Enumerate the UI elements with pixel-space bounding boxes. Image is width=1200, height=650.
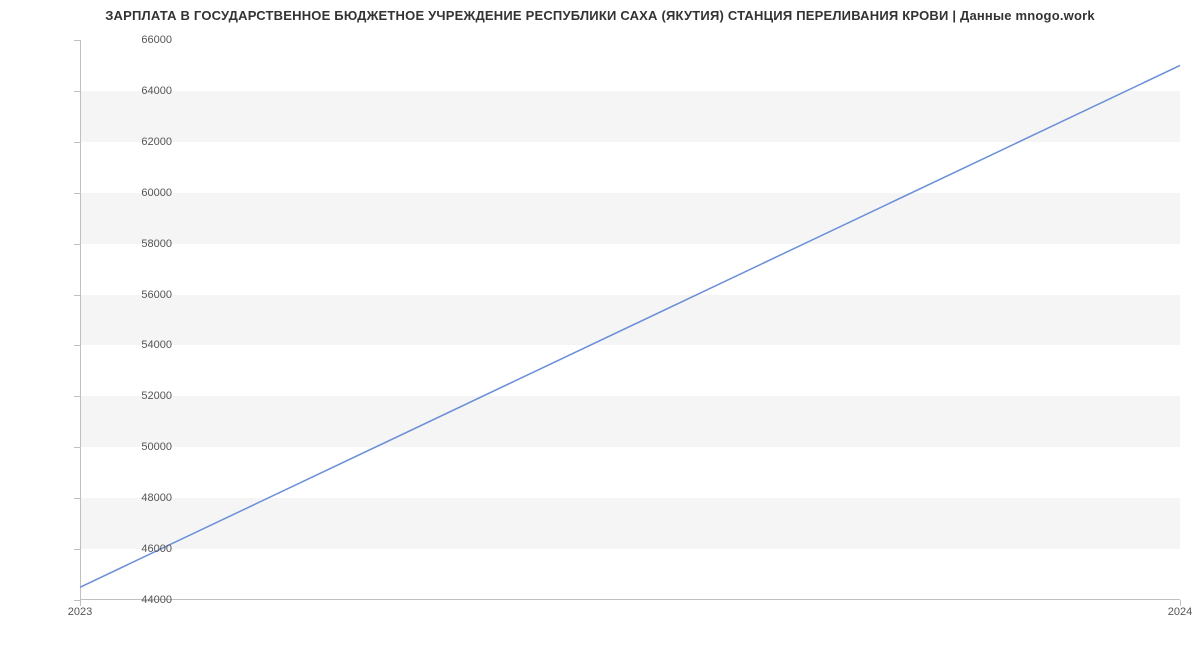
- y-tick-label: 66000: [112, 34, 172, 46]
- y-tick: [74, 498, 80, 499]
- y-tick: [74, 193, 80, 194]
- x-tick-label: 2023: [68, 606, 92, 618]
- line-svg: [80, 40, 1180, 600]
- y-tick-label: 44000: [112, 594, 172, 606]
- y-tick-label: 56000: [112, 289, 172, 301]
- y-tick: [74, 91, 80, 92]
- y-tick-label: 48000: [112, 492, 172, 504]
- y-tick-label: 46000: [112, 543, 172, 555]
- chart-title: ЗАРПЛАТА В ГОСУДАРСТВЕННОЕ БЮДЖЕТНОЕ УЧР…: [0, 8, 1200, 23]
- y-tick: [74, 447, 80, 448]
- y-tick-label: 54000: [112, 339, 172, 351]
- y-tick: [74, 142, 80, 143]
- chart-container: ЗАРПЛАТА В ГОСУДАРСТВЕННОЕ БЮДЖЕТНОЕ УЧР…: [0, 0, 1200, 650]
- y-tick: [74, 244, 80, 245]
- y-tick: [74, 549, 80, 550]
- y-tick-label: 58000: [112, 238, 172, 250]
- y-tick-label: 62000: [112, 136, 172, 148]
- y-tick-label: 52000: [112, 390, 172, 402]
- plot-area: [80, 40, 1180, 600]
- y-tick: [74, 345, 80, 346]
- y-tick: [74, 396, 80, 397]
- x-tick-label: 2024: [1168, 606, 1192, 618]
- y-tick-label: 50000: [112, 441, 172, 453]
- y-tick-label: 64000: [112, 85, 172, 97]
- y-tick: [74, 295, 80, 296]
- y-tick-label: 60000: [112, 187, 172, 199]
- series-line: [80, 65, 1180, 587]
- y-tick: [74, 40, 80, 41]
